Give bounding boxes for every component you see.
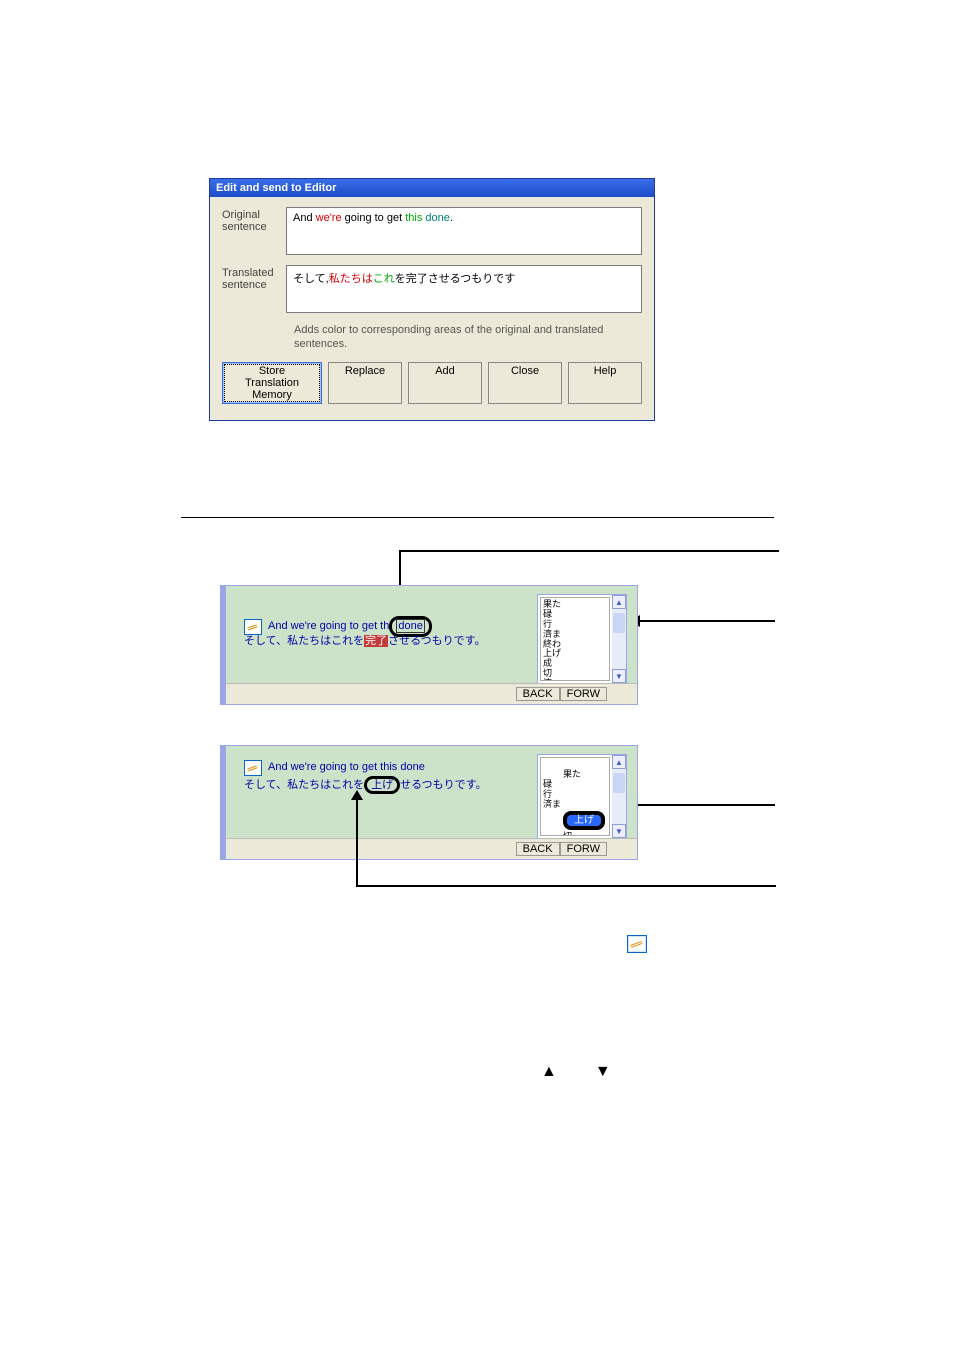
edit-send-editor-dialog: Edit and send to Editor Original sentenc… xyxy=(209,178,655,421)
candidate-list[interactable]: 果た 碌 行 済ま 上げ 切 济 xyxy=(540,757,610,836)
pane1-jp-post: させるつもりです。 xyxy=(388,635,485,647)
dialog-title: Edit and send to Editor xyxy=(210,179,654,197)
store-translation-memory-button[interactable]: Store Translation Memory xyxy=(222,362,322,404)
section-divider xyxy=(181,517,774,518)
arrow-up-to-age xyxy=(356,800,358,885)
scrollbar[interactable]: ▲ ▼ xyxy=(612,755,626,838)
translated-sentence-label: Translated sentence xyxy=(222,265,286,313)
orig-text: And xyxy=(293,212,316,224)
pane2-en-text: And we're going to get this done xyxy=(268,760,425,775)
original-sentence-label: Original sentence xyxy=(222,207,286,255)
scroll-down-icon[interactable]: ▼ xyxy=(612,669,626,683)
highlight-kanryo: 完了 xyxy=(364,635,388,647)
pane2-jp-post: せるつもりです。 xyxy=(400,779,486,791)
orig-text-hl3: done xyxy=(425,212,449,224)
scroll-thumb[interactable] xyxy=(613,613,625,633)
add-button[interactable]: Add xyxy=(408,362,482,404)
scroll-thumb[interactable] xyxy=(613,773,625,793)
forw-button[interactable]: FORW xyxy=(560,842,607,856)
scroll-down-icon[interactable]: ▼ xyxy=(612,824,626,838)
arrow-left-to-side2 xyxy=(620,804,775,806)
scrollbar[interactable]: ▲ ▼ xyxy=(612,595,626,683)
forw-button[interactable]: FORW xyxy=(560,687,607,701)
edit-icon xyxy=(627,935,647,953)
triangle-markers: ▲▼ xyxy=(541,1063,649,1081)
original-sentence-textbox[interactable]: And we're going to get this done. xyxy=(286,207,642,255)
back-button[interactable]: BACK xyxy=(516,687,560,701)
scroll-track[interactable] xyxy=(612,769,626,824)
candidate-side-panel: 果た 碌 行 濟ま 終わ 上げ 成 切 济 ▲ ▼ xyxy=(537,594,627,684)
candidate-list[interactable]: 果た 碌 行 濟ま 終わ 上げ 成 切 济 xyxy=(540,597,610,681)
side-items-bottom: 切 济 xyxy=(543,831,572,836)
tr-text: そして, xyxy=(293,273,329,285)
highlight-selected-age[interactable]: 上げ xyxy=(563,811,605,830)
edit-icon[interactable] xyxy=(244,619,262,635)
highlight-ellipse-age: 上げ xyxy=(364,776,400,794)
orig-text-hl2: this xyxy=(405,212,425,224)
scroll-up-icon[interactable]: ▲ xyxy=(612,755,626,769)
arrow-left-to-side xyxy=(640,620,775,622)
pane1-en-text: And we're going to get th xyxy=(268,619,389,634)
side-items-top: 果た 碌 行 済ま xyxy=(543,769,581,809)
dialog-hint: Adds color to corresponding areas of the… xyxy=(294,323,642,352)
back-button[interactable]: BACK xyxy=(516,842,560,856)
tr-text-hl: 私たちは xyxy=(329,273,373,285)
scroll-up-icon[interactable]: ▲ xyxy=(612,595,626,609)
translation-pane-1: And we're going to get th done そして、私たちはこ… xyxy=(220,585,638,705)
arrow-horiz-to-pane1 xyxy=(399,550,779,552)
tr-text-hl2: これ xyxy=(373,273,395,285)
tr-text: を完了させるつもりです xyxy=(395,273,516,285)
pane2-jp-pre: そして、私たちはこれを xyxy=(244,779,364,791)
help-button[interactable]: Help xyxy=(568,362,642,404)
arrow-horiz-bottom xyxy=(356,885,776,887)
pane1-japanese-line: そして、私たちはこれを完了させるつもりです。 xyxy=(244,634,486,649)
close-button[interactable]: Close xyxy=(488,362,562,404)
translation-pane-2: And we're going to get this done そして、私たち… xyxy=(220,745,638,860)
orig-text: . xyxy=(450,212,453,224)
pane2-english-line: And we're going to get this done xyxy=(244,760,425,776)
edit-icon[interactable] xyxy=(244,760,262,776)
pane1-jp-pre: そして、私たちはこれを xyxy=(244,635,364,647)
orig-text: going to get xyxy=(342,212,406,224)
scroll-track[interactable] xyxy=(612,609,626,669)
replace-button[interactable]: Replace xyxy=(328,362,402,404)
candidate-side-panel: 果た 碌 行 済ま 上げ 切 济 ▲ ▼ xyxy=(537,754,627,839)
translated-sentence-textbox[interactable]: そして,私たちはこれを完了させるつもりです xyxy=(286,265,642,313)
pane2-japanese-line: そして、私たちはこれを上げせるつもりです。 xyxy=(244,778,487,793)
orig-text-hl: we're xyxy=(316,212,342,224)
